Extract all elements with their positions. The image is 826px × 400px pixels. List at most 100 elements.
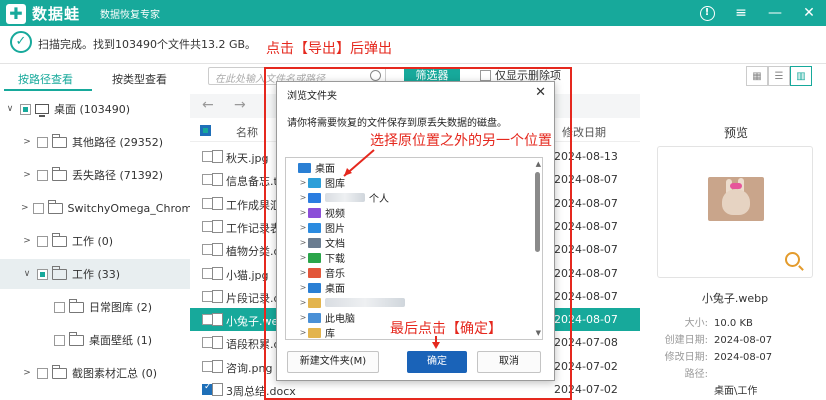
chevron-right-icon[interactable]: > (21, 236, 33, 246)
cancel-button[interactable]: 取消 (477, 351, 541, 373)
tree-item-label: 桌面壁纸 (1) (89, 334, 153, 347)
tab-path-view[interactable]: 按路径查看 (18, 71, 73, 87)
folder-icon (52, 364, 67, 379)
thumb-bow (730, 183, 742, 189)
tree-checkbox[interactable] (32, 202, 44, 214)
tree-checkbox[interactable] (54, 334, 65, 346)
preview-file-name: 小兔子.webp (701, 292, 769, 305)
folder-picker-item[interactable]: > 音乐 (286, 265, 345, 280)
folder-picker-item[interactable]: > 视频 (286, 205, 345, 220)
redacted-name (325, 298, 405, 307)
title-bar: ✚ 数据蛙 数据恢复专家 ! ≡ — ✕ (0, 0, 826, 26)
folder-picker-item[interactable]: > 文档 (286, 235, 345, 250)
chevron-right-icon[interactable]: > (298, 193, 308, 202)
tree-item[interactable]: 桌面壁纸 (1) (0, 325, 190, 355)
new-folder-button[interactable]: 新建文件夹(M) (287, 351, 379, 373)
column-name[interactable]: 名称 (236, 124, 258, 140)
preview-title: 预览 (724, 126, 749, 140)
folder-picker-label: 视频 (325, 209, 345, 220)
folder-icon (308, 297, 321, 308)
chevron-right-icon[interactable]: > (21, 368, 33, 378)
tree-item[interactable]: ∨ 桌面 (103490) (0, 94, 190, 124)
tree-checkbox[interactable] (37, 235, 48, 247)
meta-row: 大小: 10.0 KB (660, 314, 753, 329)
file-icon (212, 289, 223, 303)
folder-picker-item[interactable]: > (286, 295, 409, 310)
tree-checkbox[interactable] (54, 301, 65, 313)
tree-checkbox[interactable] (20, 103, 31, 115)
tree-item[interactable]: ∨ 工作 (33) (0, 259, 190, 289)
select-all-checkbox[interactable] (200, 125, 211, 136)
chevron-right-icon[interactable]: > (21, 170, 33, 180)
tree-item-label: 其他路径 (29352) (72, 136, 164, 149)
help-button[interactable]: ! (690, 0, 724, 26)
chevron-right-icon[interactable]: > (298, 313, 308, 322)
chevron-right-icon[interactable]: > (298, 328, 308, 337)
grid-view-button[interactable]: ▦ (746, 66, 768, 86)
tree-item[interactable]: > 截图素材汇总 (0) (0, 358, 190, 388)
folder-icon (308, 282, 321, 293)
tree-checkbox[interactable] (37, 268, 48, 280)
tree-checkbox[interactable] (37, 169, 48, 181)
forward-arrow-icon[interactable]: → (234, 97, 246, 113)
check-circle-icon: ✓ (10, 31, 32, 53)
ok-button[interactable]: 确定 (407, 351, 467, 373)
folder-picker-item[interactable]: > 此电脑 (286, 310, 355, 325)
tree-checkbox[interactable] (37, 136, 48, 148)
dialog-close-icon[interactable]: ✕ (535, 85, 546, 100)
folder-picker-item[interactable]: 桌面 (286, 160, 335, 175)
minimize-button[interactable]: — (758, 0, 792, 26)
folder-picker-item[interactable]: > 图片 (286, 220, 345, 235)
folder-picker-item[interactable]: > 桌面 (286, 280, 345, 295)
folder-picker-label: 个人 (369, 194, 389, 205)
scan-status-text: 扫描完成。找到103490个文件共13.2 GB。 (38, 38, 257, 51)
file-icon (212, 243, 223, 257)
chevron-right-icon[interactable]: > (298, 283, 308, 292)
chevron-down-icon[interactable]: ∨ (4, 104, 16, 114)
folder-picker-tree[interactable]: ▲ ▼ 桌面 > 图库 > 个人 > 视频 > 图片 > 文档 > 下载 > 音乐 > 桌面 > > 此电脑 > 库 (285, 157, 543, 340)
tree-item[interactable]: > 其他路径 (29352) (0, 127, 190, 157)
folder-picker-label: 图片 (325, 224, 345, 235)
chevron-right-icon[interactable]: > (298, 208, 308, 217)
tab-type-view[interactable]: 按类型查看 (112, 71, 167, 87)
scroll-up-icon[interactable]: ▲ (536, 160, 541, 168)
chevron-right-icon[interactable]: > (298, 268, 308, 277)
detail-view-button[interactable]: ▥ (790, 66, 812, 86)
folder-tree: ∨ 桌面 (103490) > 其他路径 (29352) > 丢失路径 (71392) > S… (0, 92, 190, 400)
chevron-right-icon[interactable]: > (298, 298, 308, 307)
tree-item[interactable]: > 工作 (0) (0, 226, 190, 256)
chevron-right-icon[interactable]: > (298, 223, 308, 232)
folder-picker-item[interactable]: > 下载 (286, 250, 345, 265)
folder-picker-item[interactable]: > 图库 (286, 175, 345, 190)
folder-icon (308, 312, 321, 323)
scroll-down-icon[interactable]: ▼ (536, 329, 541, 337)
tree-scrollbar[interactable] (535, 172, 540, 252)
chevron-right-icon[interactable]: > (21, 137, 33, 147)
view-tabs: 按路径查看 按类型查看 (0, 65, 190, 91)
back-arrow-icon[interactable]: ← (202, 97, 214, 113)
meta-row: 桌面\工作 (660, 382, 757, 397)
folder-picker-item[interactable]: > 库 (286, 325, 335, 339)
logo-icon: ✚ (6, 3, 26, 24)
menu-button[interactable]: ≡ (724, 0, 758, 26)
chevron-down-icon[interactable]: ∨ (21, 269, 33, 279)
active-tab-indicator (4, 89, 92, 91)
tree-item[interactable]: > SwitchyOmega_Chromium (0, 193, 190, 223)
folder-picker-label: 桌面 (315, 164, 335, 175)
chevron-right-icon[interactable]: > (21, 203, 29, 213)
chevron-right-icon[interactable]: > (298, 178, 308, 187)
list-view-button[interactable]: ☰ (768, 66, 790, 86)
app-logo: ✚ 数据蛙 (6, 3, 80, 24)
folder-picker-item[interactable]: > 个人 (286, 190, 389, 205)
file-icon (212, 219, 223, 233)
annotation-bottom: 最后点击【确定】 (390, 321, 502, 337)
app-name: 数据蛙 (32, 5, 81, 23)
close-button[interactable]: ✕ (792, 0, 826, 26)
chevron-right-icon[interactable]: > (298, 238, 308, 247)
tree-item[interactable]: 日常图库 (2) (0, 292, 190, 322)
tree-item[interactable]: > 丢失路径 (71392) (0, 160, 190, 190)
tree-checkbox[interactable] (37, 367, 48, 379)
chevron-right-icon[interactable]: > (298, 253, 308, 262)
folder-icon (69, 331, 84, 346)
zoom-icon[interactable] (785, 252, 800, 267)
